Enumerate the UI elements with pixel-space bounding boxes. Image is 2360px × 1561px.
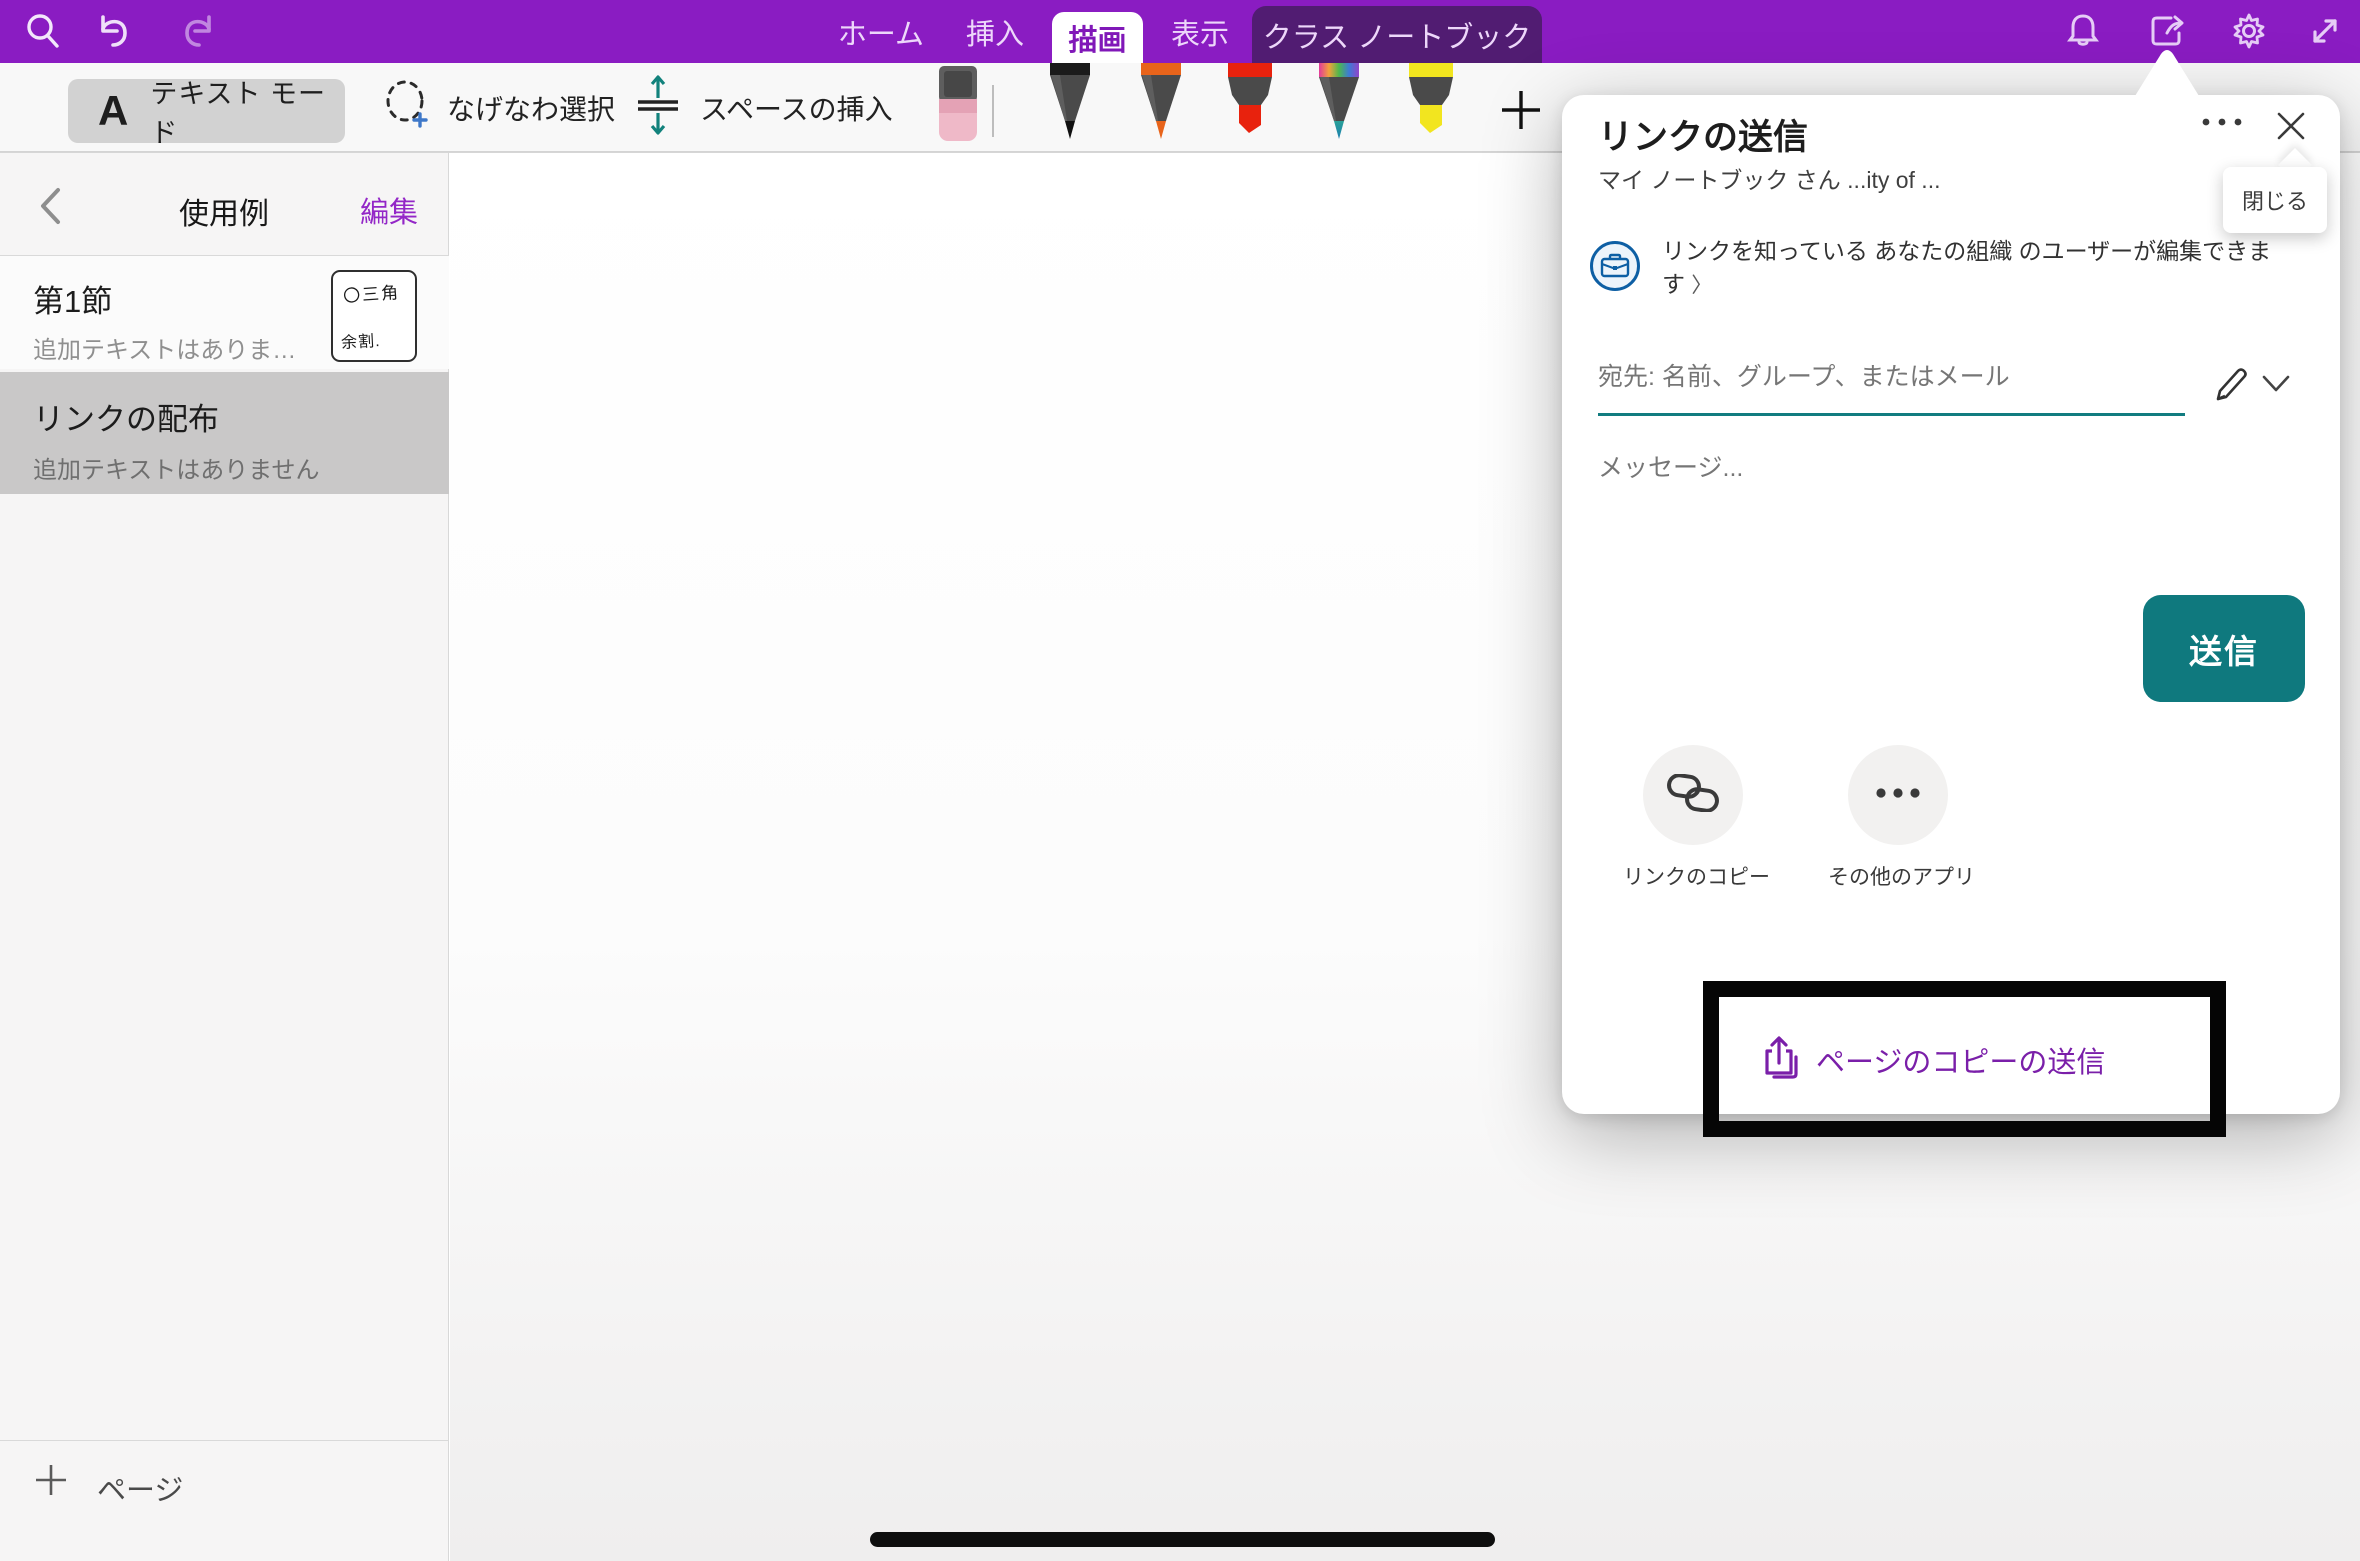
edit-permission-pencil-icon[interactable] [2212, 365, 2250, 405]
eraser-tool[interactable] [936, 66, 980, 149]
link-icon [1667, 774, 1719, 817]
toolbar-divider [992, 85, 994, 137]
recipient-chevron-down-icon[interactable] [2261, 373, 2291, 395]
lasso-icon [381, 77, 433, 138]
highlighter-yellow[interactable] [1406, 63, 1456, 146]
page-thumbnail: 〇三角 余割. [331, 270, 417, 362]
redo-icon[interactable] [176, 8, 222, 54]
close-icon[interactable] [2268, 103, 2314, 149]
thumbnail-handwriting-line1: 〇三角 [342, 278, 401, 307]
insert-space-icon [632, 74, 684, 141]
text-mode-a-icon: A [98, 87, 128, 135]
page-row-section1[interactable]: 第1節 追加テキストはありま… 〇三角 余割. [0, 256, 449, 369]
text-mode-button[interactable]: A テキスト モード [68, 79, 345, 143]
notifications-bell-icon[interactable] [2060, 8, 2106, 54]
send-link-dialog: リンクの送信 マイ ノートブック さん ...ity of ... リンクを知っ… [1562, 95, 2340, 1114]
insert-space-label: スペースの挿入 [700, 88, 893, 128]
organization-briefcase-icon [1590, 241, 1640, 291]
page-list-sidebar: 使用例 編集 第1節 追加テキストはありま… 〇三角 余割. リンクの配布 追加… [0, 153, 449, 1561]
undo-icon[interactable] [90, 8, 136, 54]
add-page-button[interactable]: ページ [0, 1440, 449, 1560]
close-tooltip: 閉じる [2223, 167, 2327, 233]
permission-text: リンクを知っている あなたの組織 のユーザーが編集できま [1662, 238, 2271, 264]
page-subtitle: 追加テキストはありません [33, 450, 320, 485]
edit-button[interactable]: 編集 [360, 189, 418, 231]
notebook-subtitle: マイ ノートブック さん ...ity of ... [1598, 161, 1940, 195]
copy-link-button[interactable]: リンクのコピー [1623, 745, 1763, 891]
recipient-underline [1598, 413, 2185, 416]
highlighter-red[interactable] [1225, 63, 1275, 146]
page-subtitle: 追加テキストはありま… [33, 330, 296, 365]
dialog-title: リンクの送信 [1598, 109, 1808, 160]
annotation-highlight-rectangle [1703, 981, 2226, 1137]
text-mode-label: テキスト モード [150, 72, 345, 150]
tab-home[interactable]: ホーム [831, 0, 931, 63]
tab-draw-active[interactable]: 描画 [1052, 12, 1143, 63]
pen-orange[interactable] [1137, 63, 1185, 146]
message-field-wrap [1598, 447, 2278, 489]
search-icon[interactable] [20, 8, 66, 54]
recipient-field-wrap [1598, 357, 2188, 397]
chevron-right-icon: 〉 [1691, 274, 1712, 297]
link-permission-button[interactable]: リンクを知っている あなたの組織 のユーザーが編集できま す 〉 [1662, 235, 2310, 302]
title-bar: ホーム 挿入 描画 表示 クラス ノートブック [0, 0, 2360, 63]
more-apps-button[interactable]: その他のアプリ [1828, 745, 1968, 891]
tab-class-notebook[interactable]: クラス ノートブック [1252, 6, 1542, 63]
tab-insert[interactable]: 挿入 [950, 0, 1040, 63]
add-page-label: ページ [97, 1467, 183, 1509]
more-options-button[interactable] [2192, 97, 2252, 147]
recipient-input[interactable] [1598, 357, 2188, 397]
send-button[interactable]: 送信 [2143, 595, 2305, 702]
add-pen-button[interactable] [1494, 83, 1548, 137]
lasso-label: なげなわ選択 [447, 88, 615, 128]
page-title: リンクの配布 [33, 394, 219, 439]
sidebar-header: 使用例 編集 [0, 153, 448, 255]
message-input[interactable] [1598, 447, 2278, 489]
dialog-caret [2135, 48, 2199, 96]
fullscreen-expand-icon[interactable] [2302, 8, 2348, 54]
copy-link-label: リンクのコピー [1623, 861, 1763, 891]
app-screen: ホーム 挿入 描画 表示 クラス ノートブック A テキスト モード なげなわ選… [0, 0, 2360, 1561]
tab-view[interactable]: 表示 [1155, 0, 1245, 63]
page-title: 第1節 [33, 276, 112, 321]
pen-black[interactable] [1046, 63, 1094, 146]
more-apps-label: その他のアプリ [1828, 861, 1968, 891]
pen-rainbow[interactable] [1315, 63, 1363, 146]
page-row-link-distribution-selected[interactable]: リンクの配布 追加テキストはありません [0, 372, 449, 494]
close-tooltip-label: 閉じる [2242, 184, 2308, 216]
insert-space-button[interactable]: スペースの挿入 [632, 63, 893, 152]
plus-icon [34, 1463, 68, 1502]
permission-text-wrap: す [1662, 271, 1685, 297]
home-indicator-bar[interactable] [870, 1532, 1495, 1547]
lasso-select-button[interactable]: なげなわ選択 [381, 63, 615, 152]
settings-gear-icon[interactable] [2226, 8, 2272, 54]
thumbnail-handwriting-line2: 余割. [340, 327, 381, 353]
ellipsis-icon [1874, 786, 1922, 804]
